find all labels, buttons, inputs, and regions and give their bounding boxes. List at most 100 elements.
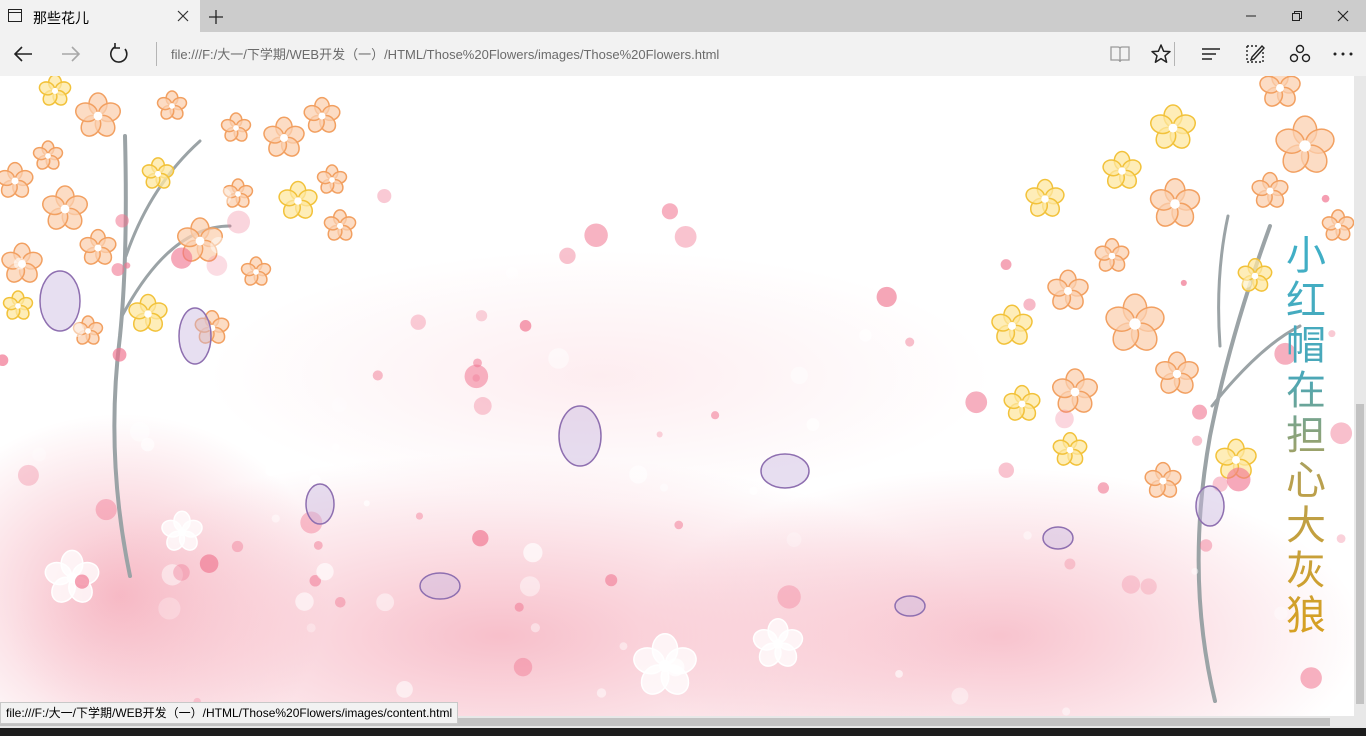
blossom-dot xyxy=(363,500,370,507)
blossom-dot xyxy=(744,202,757,215)
blossom-dot xyxy=(507,235,523,251)
blossom-dot xyxy=(107,226,117,237)
blossom-dot xyxy=(158,597,181,620)
blossom-dot xyxy=(596,688,607,698)
flower xyxy=(278,180,318,219)
web-note-button[interactable] xyxy=(1234,32,1274,76)
address-field[interactable]: file:///F:/大一/下学期/WEB开发（一）/HTML/Those%20… xyxy=(171,44,719,63)
blossom-dot xyxy=(1023,298,1036,311)
purple-petal xyxy=(419,572,461,600)
blossom-dot xyxy=(965,391,988,414)
blossom-dot xyxy=(998,462,1015,478)
page-content: 小 红 帽 在 担 心 大 灰 狼 xyxy=(0,76,1354,716)
navigation-bar: file:///F:/大一/下学期/WEB开发（一）/HTML/Those%20… xyxy=(0,32,1366,76)
taskbar xyxy=(0,728,1366,736)
flower xyxy=(1144,461,1182,498)
title-char: 在 xyxy=(1286,368,1326,414)
blossom-dot xyxy=(1128,423,1143,438)
blossom-dot xyxy=(295,592,314,611)
blossom-dot xyxy=(332,443,340,451)
blossom-dot xyxy=(822,252,833,264)
flower xyxy=(44,549,100,603)
blossom-dot xyxy=(111,263,125,276)
blossom-dot xyxy=(1328,330,1336,338)
blossom-dot xyxy=(523,543,543,563)
flower xyxy=(323,209,357,241)
share-button[interactable] xyxy=(1279,32,1319,76)
reading-view-button[interactable] xyxy=(1099,32,1139,76)
flower xyxy=(240,256,272,286)
vertical-scrollbar[interactable] xyxy=(1354,76,1366,716)
reading-view-icon xyxy=(1110,46,1130,63)
blossom-dot xyxy=(1300,667,1322,689)
blossom-dot xyxy=(513,657,533,677)
forward-button[interactable] xyxy=(50,32,90,76)
blossom-dot xyxy=(519,576,541,597)
separator xyxy=(156,42,157,66)
blossom-dot xyxy=(206,255,228,276)
flower xyxy=(1275,115,1335,173)
page-icon xyxy=(8,9,22,22)
blossom-dot xyxy=(629,465,648,484)
blossom-dot xyxy=(1241,419,1263,441)
flower xyxy=(141,157,175,189)
blossom-dot xyxy=(376,593,395,612)
more-button[interactable] xyxy=(1322,32,1362,76)
blossom-dot xyxy=(1226,467,1251,492)
blossom-dot xyxy=(1000,259,1012,270)
blossom-dot xyxy=(1023,531,1032,540)
flower xyxy=(263,116,305,157)
hub-button[interactable] xyxy=(1190,32,1230,76)
blossom-dot xyxy=(396,681,413,698)
blossom-dot xyxy=(905,337,915,347)
tab-strip: 那些花儿 xyxy=(0,0,1366,32)
blossom-dot xyxy=(548,348,569,369)
separator xyxy=(1174,42,1175,66)
share-icon xyxy=(1289,44,1311,63)
close-icon xyxy=(1337,10,1349,22)
blossom-dot xyxy=(265,464,277,477)
blossom-dot xyxy=(171,247,193,269)
purple-petal xyxy=(1042,526,1074,550)
blossom-dot xyxy=(1191,435,1203,446)
blossom-dot xyxy=(1062,707,1071,716)
blossom-dot xyxy=(1241,278,1252,288)
close-tab-icon[interactable] xyxy=(176,9,190,23)
blossom-dot xyxy=(331,397,347,413)
tree-branch xyxy=(1217,214,1230,348)
blossom-dot xyxy=(951,687,969,705)
back-button[interactable] xyxy=(2,32,42,76)
title-char: 担 xyxy=(1286,413,1326,459)
flower xyxy=(1003,384,1041,421)
refresh-button[interactable] xyxy=(98,32,138,76)
blossom-dot xyxy=(659,483,669,492)
tab-title: 那些花儿 xyxy=(33,11,89,27)
blossom-dot xyxy=(0,354,9,367)
flower xyxy=(220,112,252,142)
blossom-dot xyxy=(674,225,697,248)
minimize-button[interactable] xyxy=(1228,0,1274,32)
restore-button[interactable] xyxy=(1274,0,1320,32)
blossom-dot xyxy=(656,431,663,438)
blossom-dot xyxy=(1199,539,1213,552)
blossom-dot xyxy=(952,197,963,209)
blossom-dot xyxy=(519,320,532,332)
flower xyxy=(1052,432,1088,466)
blossom-dot xyxy=(674,520,684,530)
flower xyxy=(1259,76,1301,107)
blossom-dot xyxy=(32,447,47,462)
flower xyxy=(1149,177,1201,227)
web-note-icon xyxy=(1246,44,1265,63)
scrollbar-thumb[interactable] xyxy=(1356,404,1364,704)
blossom-dot xyxy=(1,374,18,392)
blossom-dot xyxy=(334,596,346,608)
purple-petal xyxy=(178,307,212,365)
flower xyxy=(2,290,34,320)
blossom-dot xyxy=(895,670,903,678)
flower xyxy=(1105,293,1165,351)
blossom-dot xyxy=(1121,575,1141,594)
new-tab-icon[interactable] xyxy=(207,8,225,26)
tab-active[interactable]: 那些花儿 xyxy=(0,0,200,32)
flower xyxy=(633,633,697,695)
close-window-button[interactable] xyxy=(1320,0,1366,32)
